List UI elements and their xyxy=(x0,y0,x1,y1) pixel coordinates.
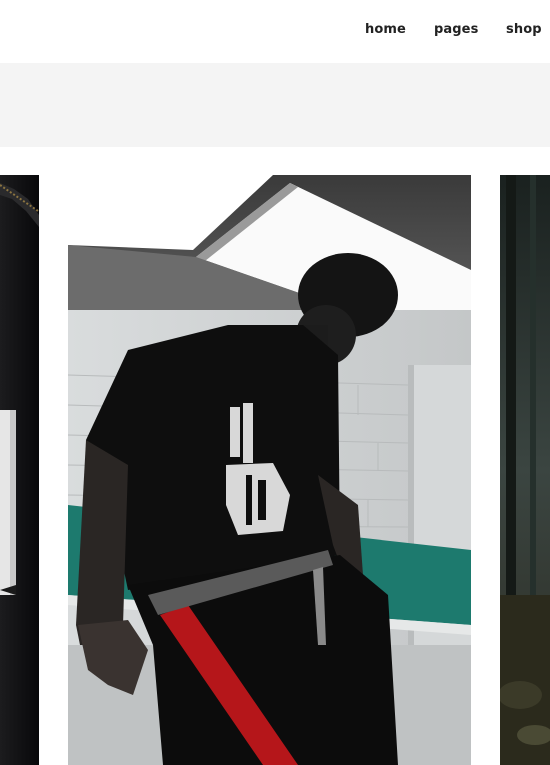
hero-band xyxy=(0,63,550,147)
carousel-slide-next[interactable] xyxy=(500,175,550,765)
carousel-slide-previous[interactable] xyxy=(0,175,39,765)
top-navigation-bar: home pages shop xyxy=(0,0,550,63)
forest-photo xyxy=(500,175,550,765)
nav-link-home[interactable]: home xyxy=(365,22,406,37)
jacket-photo xyxy=(0,175,39,765)
image-carousel[interactable] xyxy=(0,175,550,765)
model-in-skeleton-tshirt-photo xyxy=(68,175,471,765)
nav-link-shop[interactable]: shop xyxy=(506,22,542,37)
carousel-slide-current[interactable] xyxy=(68,175,471,765)
nav-link-pages[interactable]: pages xyxy=(434,22,478,37)
